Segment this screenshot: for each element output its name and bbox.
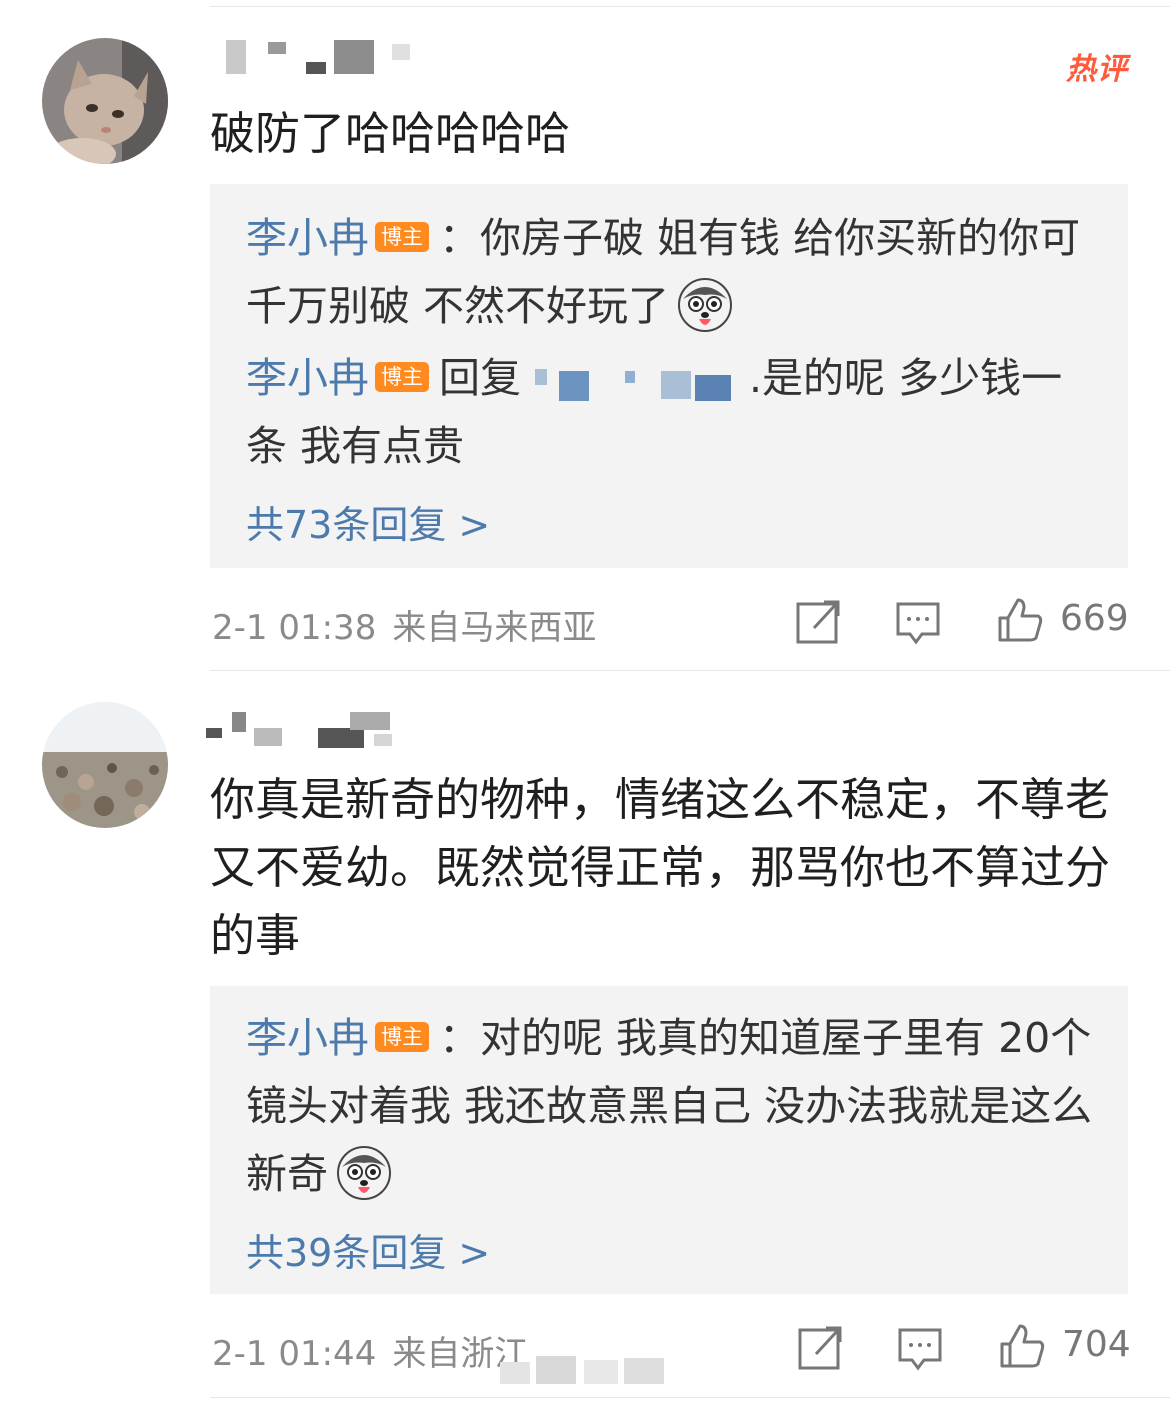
- avatar[interactable]: [42, 38, 168, 164]
- reply-text: 你房子破 姐有钱 给你买新的你可千万别破 不然不好玩了: [246, 214, 1081, 330]
- husky-emoji-icon: [336, 1145, 392, 1201]
- more-replies-link[interactable]: 共39条回复 >: [246, 1222, 490, 1277]
- share-icon[interactable]: [794, 598, 842, 648]
- comment-time: 2-1 01:38: [212, 608, 377, 648]
- watermark-blurred: [500, 1348, 670, 1392]
- like-count: 669: [1060, 598, 1129, 639]
- comment-meta: 2-1 01:38 来自马来西亚: [212, 600, 612, 649]
- more-replies-link[interactable]: 共73条回复 >: [246, 494, 490, 549]
- blogger-tag: 博主: [375, 1022, 429, 1052]
- share-icon[interactable]: [796, 1324, 844, 1374]
- reply-box[interactable]: 李小冉 博主 ：你房子破 姐有钱 给你买新的你可千万别破 不然不好玩了 李小冉 博主回…: [210, 184, 1128, 568]
- avatar[interactable]: [42, 702, 168, 828]
- hot-comment-badge: 热评: [1066, 52, 1128, 87]
- comment-body: 破防了哈哈哈哈哈: [210, 107, 571, 160]
- blogger-tag: 博主: [375, 222, 429, 252]
- reply-prefix: 回复: [439, 354, 521, 402]
- blogger-tag: 博主: [375, 362, 429, 392]
- reply-author[interactable]: 李小冉: [246, 1014, 369, 1062]
- comment-icon[interactable]: [894, 598, 942, 648]
- reply-separator: ：: [439, 214, 480, 262]
- username-blurred[interactable]: [206, 708, 410, 758]
- comment-icon[interactable]: [896, 1324, 944, 1374]
- thumbs-up-icon[interactable]: [998, 1322, 1046, 1372]
- reply-box[interactable]: 李小冉 博主 ：对的呢 我真的知道屋子里有 20个镜头对着我 我还故意黑自己 没办法…: [210, 986, 1128, 1294]
- comment-meta: 2-1 01:44 来自浙江: [212, 1326, 544, 1375]
- bottom-divider: [210, 1397, 1170, 1398]
- reply-target-blurred[interactable]: [525, 357, 745, 401]
- reply-item[interactable]: 李小冉 博主 ：对的呢 我真的知道屋子里有 20个镜头对着我 我还故意黑自己 没办法…: [246, 1004, 1096, 1208]
- comment-time: 2-1 01:44: [212, 1334, 377, 1374]
- username-blurred[interactable]: [210, 36, 410, 86]
- husky-emoji-icon: [677, 277, 733, 333]
- reply-item[interactable]: 李小冉 博主 回复 .是的呢 多少钱一条 我有点贵: [246, 344, 1096, 480]
- reply-separator: ：: [439, 1014, 480, 1062]
- reply-author[interactable]: 李小冉: [246, 354, 369, 402]
- top-divider: [210, 6, 1170, 7]
- reply-author[interactable]: 李小冉: [246, 214, 369, 262]
- comment-location: 来自马来西亚: [392, 608, 597, 648]
- comment-divider: [210, 670, 1170, 671]
- like-count: 704: [1062, 1324, 1131, 1365]
- reply-item[interactable]: 李小冉 博主 ：你房子破 姐有钱 给你买新的你可千万别破 不然不好玩了: [246, 204, 1096, 340]
- thumbs-up-icon[interactable]: [996, 596, 1044, 646]
- comment-body: 你真是新奇的物种，情绪这么不稳定，不尊老又不爱幼。既然觉得正常，那骂你也不算过分…: [210, 773, 1111, 962]
